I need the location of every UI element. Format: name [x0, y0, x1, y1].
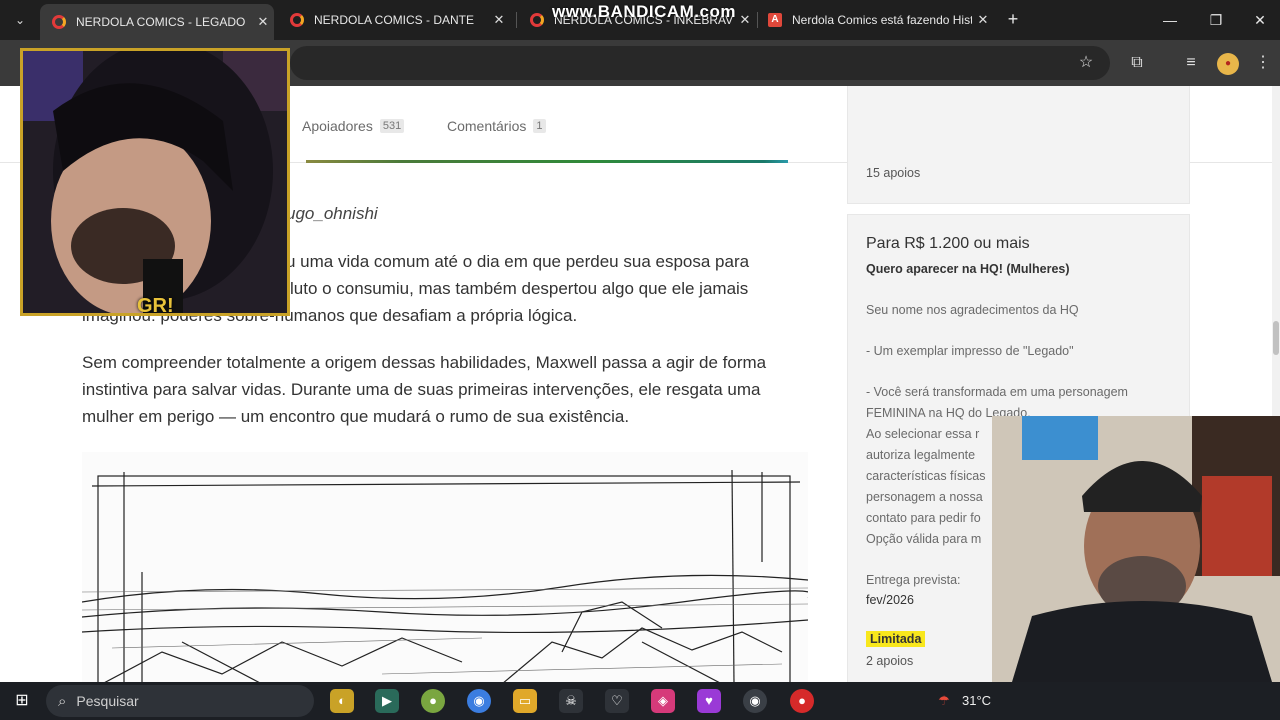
tab-title: Nerdola Comics está fazendo Hist: [792, 13, 972, 27]
close-window-button[interactable]: ✕: [1248, 8, 1272, 32]
reward-subtitle: Quero aparecer na HQ! (Mulheres): [866, 262, 1070, 276]
reward-item: personagem a nossa: [866, 490, 983, 504]
record-icon[interactable]: ●: [790, 689, 814, 713]
site-favicon-icon: [52, 15, 66, 29]
app-icon[interactable]: ☠: [559, 689, 583, 713]
tab-title: NERDOLA COMICS - DANTE: [314, 13, 475, 27]
bookmark-star-icon[interactable]: ☆: [1073, 50, 1099, 76]
site-favicon-icon: [530, 13, 544, 27]
count-badge: 1: [533, 119, 546, 133]
new-tab-button[interactable]: +: [1002, 8, 1024, 30]
url-input[interactable]: [290, 46, 1110, 80]
scrollbar-thumb[interactable]: [1273, 321, 1279, 355]
paragraph-line: Sem compreender totalmente a origem dess…: [82, 353, 767, 372]
reward-item: contato para pedir fo: [866, 511, 981, 525]
heart-app-icon[interactable]: ♥: [697, 689, 721, 713]
app-icon[interactable]: ♡: [605, 689, 629, 713]
comic-sketch-image: [82, 452, 808, 682]
minimize-button[interactable]: —: [1158, 8, 1182, 32]
recording-watermark: www.BANDICAM.com: [552, 2, 736, 21]
tab-comentarios[interactable]: Comentários 1: [447, 118, 546, 134]
close-icon[interactable]: ✕: [972, 12, 994, 28]
restore-button[interactable]: ❐: [1204, 8, 1228, 32]
folder-icon[interactable]: ▭: [513, 689, 537, 713]
tab-search-button[interactable]: ⌄: [6, 6, 34, 34]
delivery-date: fev/2026: [866, 593, 914, 607]
site-favicon-icon: [290, 13, 304, 27]
media-control-icon[interactable]: ≡: [1178, 50, 1204, 76]
chrome-icon[interactable]: ◉: [467, 689, 491, 713]
reward-item: - Um exemplar impresso de "Legado": [866, 344, 1074, 358]
paragraph-line: instintiva para salvar vidas. Durante um…: [82, 380, 761, 399]
guest-webcam-overlay: [992, 416, 1280, 682]
taskbar-search[interactable]: ⌕ Pesquisar: [46, 685, 314, 717]
chrome-icon[interactable]: ◉: [743, 689, 767, 713]
temperature: 31°C: [962, 693, 992, 708]
menu-icon[interactable]: ⋮: [1250, 50, 1276, 76]
windows-taskbar: ⊞ ⌕ Pesquisar ◐ ▶ ● ◉ ▭ ☠ ♡ ◈ ♥ ◉ ● ☂ 31…: [0, 682, 1280, 720]
browser-tab-strip: ⌄ NERDOLA COMICS - LEGADO ✕ NERDOLA COMI…: [0, 0, 1280, 40]
tab-legado[interactable]: NERDOLA COMICS - LEGADO ✕: [40, 4, 274, 40]
tab-label: Comentários: [447, 118, 527, 134]
reward-item: características físicas: [866, 469, 986, 483]
reward-title: Para R$ 1.200 ou mais: [866, 235, 1030, 252]
search-placeholder: Pesquisar: [76, 693, 139, 709]
story-paragraph-2: Sem compreender totalmente a origem dess…: [82, 349, 812, 430]
app-icon[interactable]: ▶: [375, 689, 399, 713]
reward-card-previous[interactable]: [847, 86, 1190, 204]
reward-item: Seu nome nos agradecimentos da HQ: [866, 303, 1079, 317]
reward-item: autoriza legalmente: [866, 448, 976, 462]
app-icon[interactable]: ◐: [330, 689, 354, 713]
profile-avatar[interactable]: ●: [1217, 53, 1239, 75]
close-icon[interactable]: ✕: [734, 12, 756, 28]
tab-separator: [516, 12, 517, 28]
app-icon[interactable]: ●: [421, 689, 445, 713]
streamer-webcam-overlay: GR!: [20, 48, 290, 316]
close-icon[interactable]: ✕: [252, 14, 274, 30]
delivery-label: Entrega prevista:: [866, 573, 961, 587]
app-icon[interactable]: ◈: [651, 689, 675, 713]
extensions-icon[interactable]: ⧉: [1124, 50, 1150, 76]
artist-credit: ugo_ohnishi: [286, 204, 378, 223]
acrobat-icon: A: [768, 13, 782, 27]
reward-item: - Você será transformada em uma personag…: [866, 385, 1128, 399]
count-badge: 531: [379, 119, 405, 133]
paragraph-line: mulher em perigo — um encontro que mudar…: [82, 407, 630, 426]
close-icon[interactable]: ✕: [488, 12, 510, 28]
tab-label: Apoiadores: [302, 118, 373, 134]
search-icon: ⌕: [58, 692, 67, 710]
support-count: 15 apoios: [866, 166, 921, 180]
tab-title: NERDOLA COMICS - LEGADO: [76, 15, 246, 29]
reward-item: Opção válida para m: [866, 532, 982, 546]
image-bottom-strip: [306, 160, 788, 163]
windows-start-icon[interactable]: ⊞: [10, 689, 34, 713]
reward-supports: 2 apoios: [866, 654, 914, 668]
tab-dante[interactable]: NERDOLA COMICS - DANTE ✕: [278, 0, 510, 40]
tab-apoiadores[interactable]: Apoiadores 531: [302, 118, 405, 134]
channel-logo: GR!: [137, 295, 174, 316]
weather-icon[interactable]: ☂: [932, 689, 956, 713]
reward-item: Ao selecionar essa r: [866, 427, 980, 441]
tab-historia[interactable]: A Nerdola Comics está fazendo Hist ✕: [756, 0, 994, 40]
limited-badge: Limitada: [866, 631, 926, 647]
